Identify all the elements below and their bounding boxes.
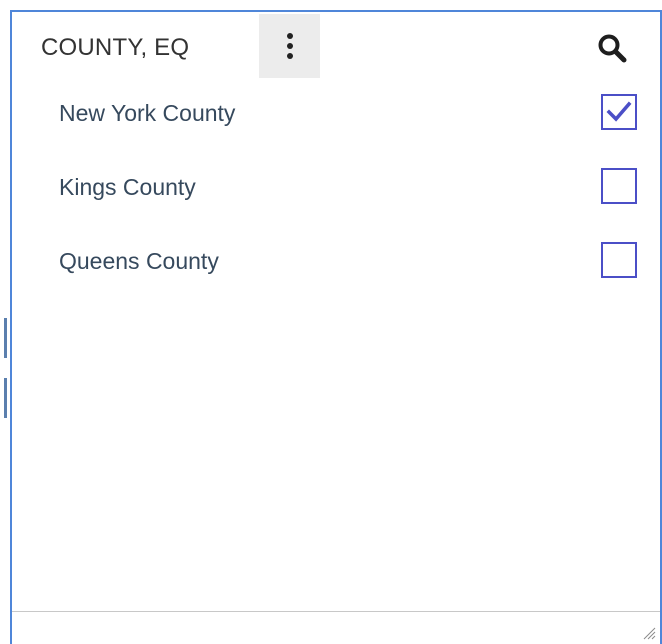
option-label: Queens County [59,248,219,274]
panel-edge-marker [4,318,7,358]
checkmark-icon [606,101,632,122]
option-label: New York County [59,100,236,126]
list-item[interactable]: Kings County [12,150,660,224]
list-item[interactable]: New York County [12,76,660,150]
list-item[interactable]: Queens County [12,224,660,298]
filter-title: COUNTY, EQ [41,34,190,61]
option-checkbox[interactable] [601,94,637,130]
option-checkbox[interactable] [601,242,637,278]
option-checkbox[interactable] [601,168,637,204]
resize-grip-icon[interactable] [642,626,656,640]
vertical-ellipsis-icon [286,33,293,59]
panel-edge-marker [4,378,7,418]
search-icon [598,34,627,63]
county-filter-panel: COUNTY, EQ New York County Kings County [10,10,662,644]
option-label: Kings County [59,174,196,200]
filter-menu-button[interactable] [259,14,320,78]
search-button[interactable] [592,28,632,68]
panel-footer [12,611,660,644]
